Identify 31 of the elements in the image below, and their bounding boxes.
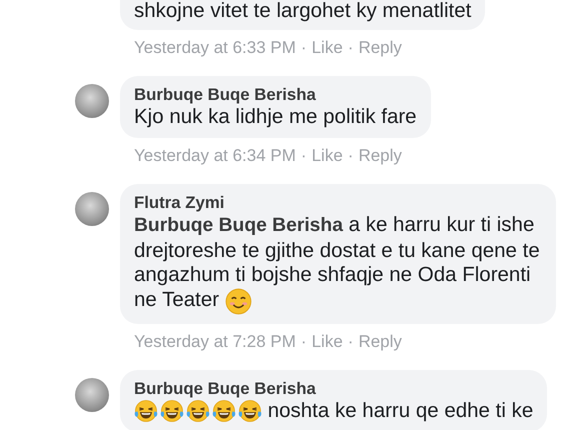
timestamp[interactable]: Yesterday at 6:33 PM — [134, 38, 296, 58]
action-link[interactable]: Like — [312, 332, 343, 352]
smiling-emoji-icon — [224, 288, 252, 314]
separator-dot: · — [348, 332, 354, 352]
action-link[interactable]: Like — [312, 38, 343, 58]
separator-dot: · — [300, 332, 307, 352]
comment-text: shkojne vitet te largohet ky menatlitet — [134, 0, 472, 22]
action-link[interactable]: Like — [312, 146, 343, 166]
comment-text: noshta ke harru qe edhe ti ke — [268, 398, 534, 422]
separator-dot: · — [348, 38, 354, 58]
separator-dot: · — [300, 146, 307, 166]
laughing-emoji-icon — [160, 399, 184, 424]
laughing-emoji-icon — [134, 399, 158, 424]
author-name[interactable]: Burbuqe Buqe Berisha — [134, 378, 534, 398]
author-name[interactable]: Burbuqe Buqe Berisha — [134, 84, 417, 104]
laughing-emoji-icon — [238, 399, 262, 424]
action-link[interactable]: Reply — [358, 332, 402, 352]
separator-dot: · — [348, 146, 354, 166]
separator-dot: · — [300, 38, 307, 58]
timestamp[interactable]: Yesterday at 6:34 PM — [134, 146, 296, 166]
laughing-emoji-icon — [186, 399, 210, 424]
timestamp[interactable]: Yesterday at 7:28 PM — [134, 332, 296, 352]
author-name[interactable]: Flutra Zymi — [134, 193, 542, 213]
action-link[interactable]: Reply — [358, 38, 402, 58]
avatar[interactable] — [75, 192, 109, 226]
laughing-emoji-icon — [212, 399, 236, 424]
avatar[interactable] — [75, 84, 109, 118]
avatar[interactable] — [75, 378, 109, 412]
action-link[interactable]: Reply — [358, 146, 402, 166]
comment-text: Kjo nuk ka lidhje me politik fare — [134, 104, 417, 128]
comment-text: Burbuqe Buqe Berisha a ke harru kur ti ishe drejtoreshe te gjithe dostat e tu kane qene te angazhum ti bojshe shfaqje ne Oda Florenti ne Teater — [134, 213, 540, 312]
